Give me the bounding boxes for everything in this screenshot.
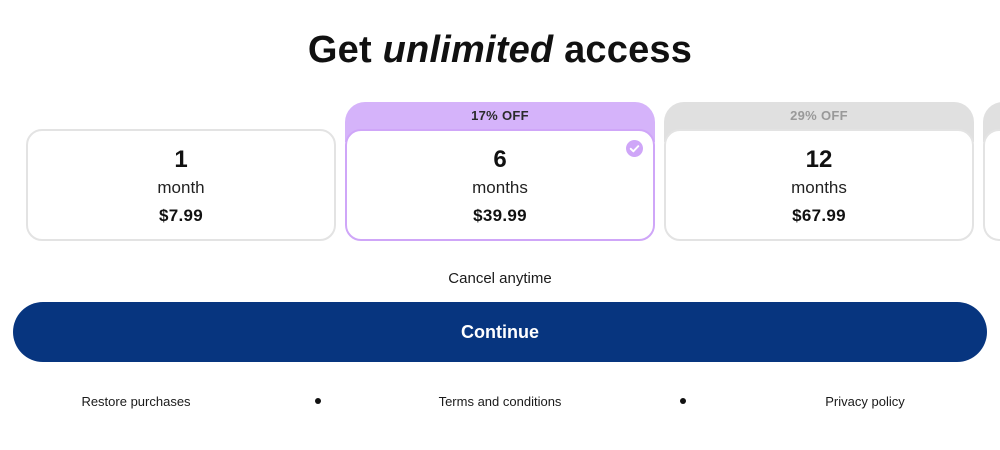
plan-card-selected[interactable]: 6 months $39.99	[345, 129, 655, 241]
plan-duration-unit: months	[472, 178, 528, 197]
plan-card[interactable]: 1 month $7.99	[26, 129, 336, 241]
plan-duration-count: 1	[174, 146, 188, 173]
privacy-policy-link[interactable]: Privacy policy	[765, 392, 965, 412]
plan-option-6-months[interactable]: 17% OFF 6 months $39.99	[345, 102, 655, 241]
plan-price: $7.99	[158, 206, 204, 225]
plan-price: $39.99	[473, 206, 527, 225]
plan-duration-count: 6	[493, 146, 507, 173]
plan-card-partial[interactable]	[983, 129, 1000, 241]
check-circle-icon	[626, 140, 643, 157]
plan-duration-unit: month	[157, 178, 205, 197]
restore-purchases-link[interactable]: Restore purchases	[36, 392, 236, 412]
plan-option-1-month[interactable]: 1 month $7.99	[26, 129, 336, 241]
plan-duration-unit: months	[791, 178, 847, 197]
plan-price: $67.99	[792, 206, 846, 225]
cancel-anytime-note: Cancel anytime	[448, 270, 552, 287]
paywall-screen: Get unlimited access 1 month $7.99 17% O…	[0, 0, 1000, 450]
plan-option-partial[interactable]	[983, 102, 1000, 241]
bullet-separator	[315, 398, 321, 404]
bullet-separator	[680, 398, 686, 404]
terms-link[interactable]: Terms and conditions	[400, 392, 600, 412]
plan-duration-count: 12	[805, 146, 833, 173]
plan-option-12-months[interactable]: 29% OFF 12 months $67.99	[664, 102, 974, 241]
continue-button[interactable]: Continue	[13, 302, 987, 362]
plan-card[interactable]: 12 months $67.99	[664, 129, 974, 241]
plan-options: 1 month $7.99 17% OFF 6 months $39.99 29…	[0, 0, 1000, 250]
